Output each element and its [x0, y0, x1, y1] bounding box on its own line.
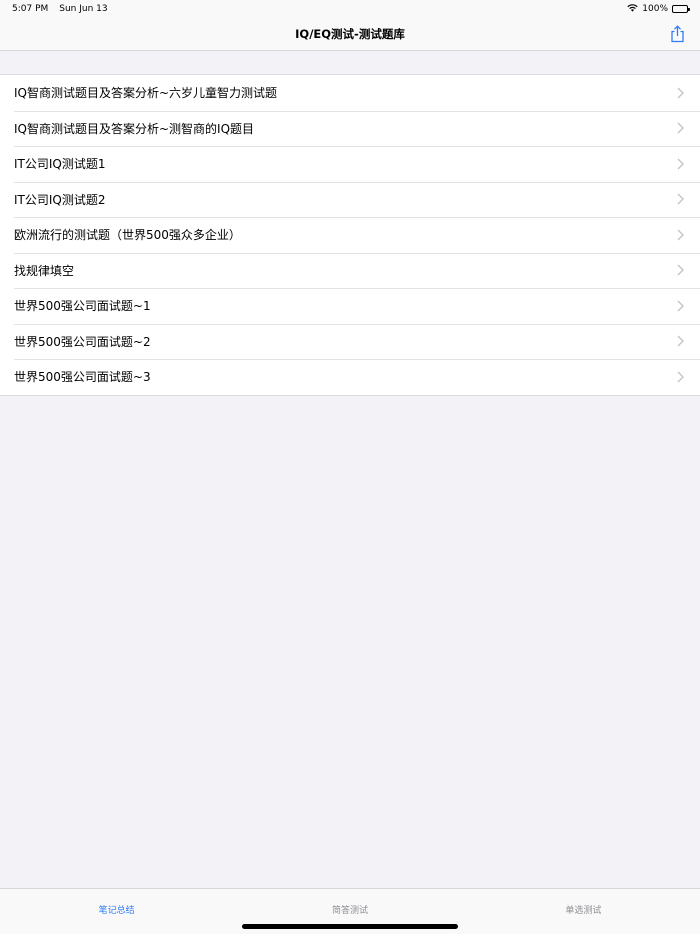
tab-label: 笔记总结: [98, 906, 135, 916]
chevron-right-icon: [670, 300, 690, 312]
tab-3[interactable]: 单选测试: [467, 889, 700, 934]
battery-icon: [672, 5, 690, 13]
list-item[interactable]: IT公司IQ测试题2: [0, 181, 700, 218]
screen: 5:07 PM Sun Jun 13 100% IQ/EQ测试-测试题库 IQ智…: [0, 0, 700, 934]
list-item[interactable]: 欧洲流行的测试题（世界500强众多企业）: [0, 217, 700, 253]
chevron-right-icon: [670, 264, 690, 276]
chevron-right-icon: [670, 335, 690, 347]
status-time: 5:07 PM: [12, 4, 49, 14]
list-item[interactable]: IT公司IQ测试题1: [0, 146, 700, 182]
wifi-icon: [627, 3, 638, 15]
tab-label: 单选测试: [565, 906, 602, 916]
battery-percent: 100%: [642, 4, 668, 14]
status-right: 100%: [627, 3, 690, 15]
list-item[interactable]: IQ智商测试题目及答案分析~六岁儿童智力测试题: [0, 75, 700, 111]
list-item-label: IT公司IQ测试题1: [14, 157, 106, 172]
list-item-label: 找规律填空: [14, 263, 75, 278]
page-title: IQ/EQ测试-测试题库: [295, 27, 405, 41]
status-date: Sun Jun 13: [59, 4, 108, 14]
question-bank-list: IQ智商测试题目及答案分析~六岁儿童智力测试题 IQ智商测试题目及答案分析~测智商…: [0, 74, 700, 396]
chevron-right-icon: [670, 193, 690, 205]
list-item-label: 世界500强公司面试题~2: [14, 334, 151, 349]
list-item[interactable]: 找规律填空: [0, 252, 700, 289]
share-icon: [670, 25, 684, 43]
list-item-label: IT公司IQ测试题2: [14, 192, 106, 207]
list-item-label: 欧洲流行的测试题（世界500强众多企业）: [14, 228, 241, 243]
list-item-label: 世界500强公司面试题~3: [14, 370, 151, 385]
chevron-right-icon: [670, 158, 690, 170]
status-left: 5:07 PM Sun Jun 13: [12, 4, 108, 14]
list-item[interactable]: 世界500强公司面试题~3: [0, 359, 700, 395]
navigation-bar: IQ/EQ测试-测试题库: [0, 18, 700, 51]
list-item[interactable]: IQ智商测试题目及答案分析~测智商的IQ题目: [0, 110, 700, 147]
list-item[interactable]: 世界500强公司面试题~1: [0, 288, 700, 324]
list-item-label: IQ智商测试题目及答案分析~六岁儿童智力测试题: [14, 86, 278, 101]
tab-label: 简答测试: [331, 906, 368, 916]
list-item[interactable]: 世界500强公司面试题~2: [0, 323, 700, 360]
chevron-right-icon: [670, 122, 690, 134]
chevron-right-icon: [670, 229, 690, 241]
list-item-label: IQ智商测试题目及答案分析~测智商的IQ题目: [14, 121, 255, 136]
tab-1[interactable]: 笔记总结: [0, 889, 233, 934]
home-indicator: [242, 924, 458, 929]
share-button[interactable]: [668, 24, 686, 44]
chevron-right-icon: [670, 371, 690, 383]
status-bar: 5:07 PM Sun Jun 13 100%: [0, 0, 700, 18]
list-item-label: 世界500强公司面试题~1: [14, 299, 151, 314]
chevron-right-icon: [670, 87, 690, 99]
